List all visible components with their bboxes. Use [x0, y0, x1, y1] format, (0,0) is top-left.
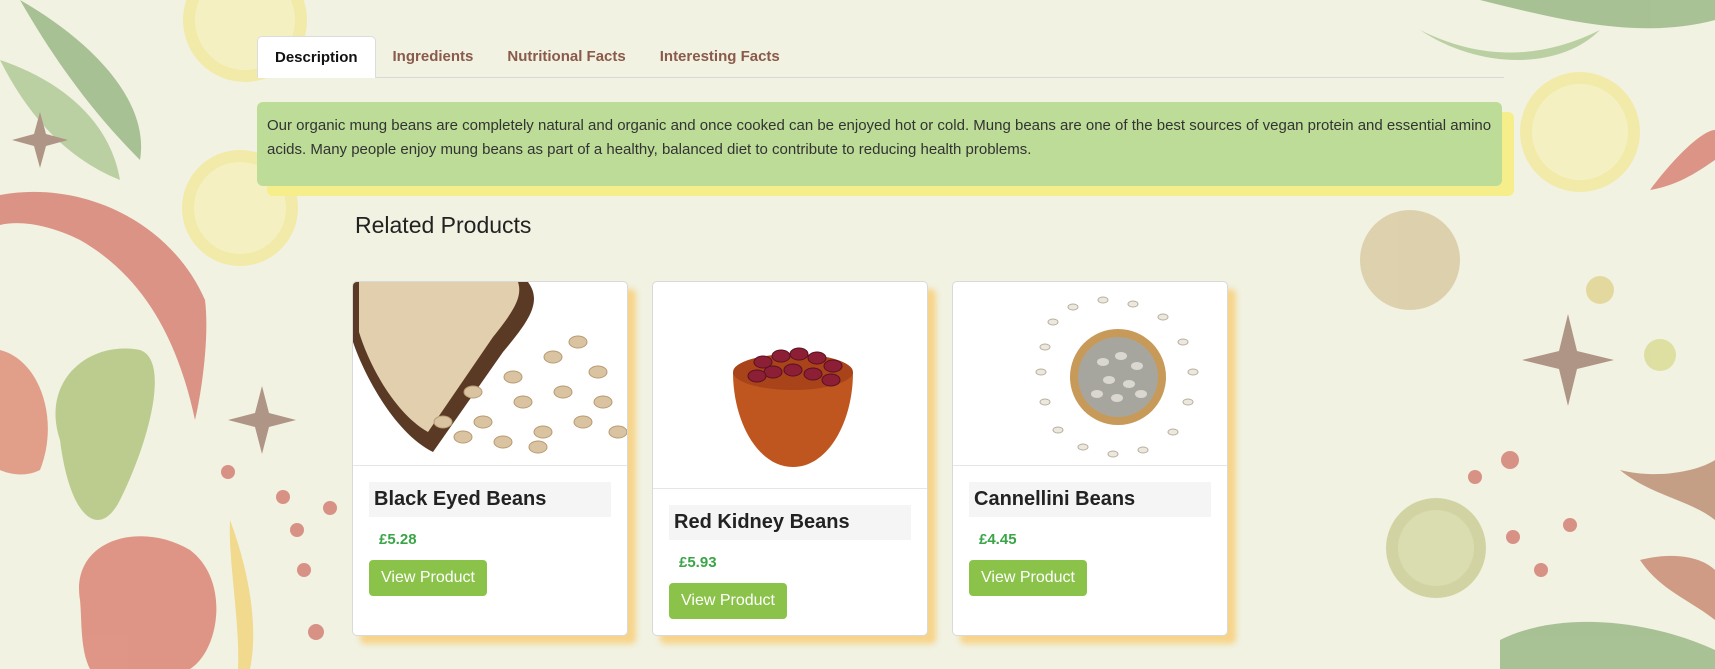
red-kidney-beans-image[interactable]: [653, 282, 927, 489]
tab-ingredients[interactable]: Ingredients: [376, 35, 491, 77]
view-product-button[interactable]: View Product: [969, 560, 1087, 596]
product-name: Red Kidney Beans: [669, 505, 911, 540]
tab-nutritional-facts[interactable]: Nutritional Facts: [490, 35, 642, 77]
product-name: Black Eyed Beans: [369, 482, 611, 517]
product-card-red-kidney-beans: Red Kidney Beans £5.93 View Product: [652, 281, 936, 644]
tab-description[interactable]: Description: [257, 36, 376, 78]
view-product-button[interactable]: View Product: [369, 560, 487, 596]
black-eyed-beans-image[interactable]: [353, 282, 627, 466]
related-products-heading: Related Products: [355, 212, 532, 238]
description-panel: Our organic mung beans are completely na…: [257, 102, 1514, 196]
tab-interesting-facts[interactable]: Interesting Facts: [643, 35, 797, 77]
product-card-cannellini-beans: Cannellini Beans £4.45 View Product: [952, 281, 1236, 644]
product-price: £5.28: [379, 531, 417, 548]
product-price: £4.45: [979, 531, 1017, 548]
product-tabs: Description Ingredients Nutritional Fact…: [257, 36, 1504, 78]
product-name: Cannellini Beans: [969, 482, 1211, 517]
product-price: £5.93: [679, 554, 717, 571]
description-text: Our organic mung beans are completely na…: [257, 102, 1502, 186]
view-product-button[interactable]: View Product: [669, 583, 787, 619]
product-card-black-eyed-beans: Black Eyed Beans £5.28 View Product: [352, 281, 636, 644]
cannellini-beans-image[interactable]: [953, 282, 1227, 466]
